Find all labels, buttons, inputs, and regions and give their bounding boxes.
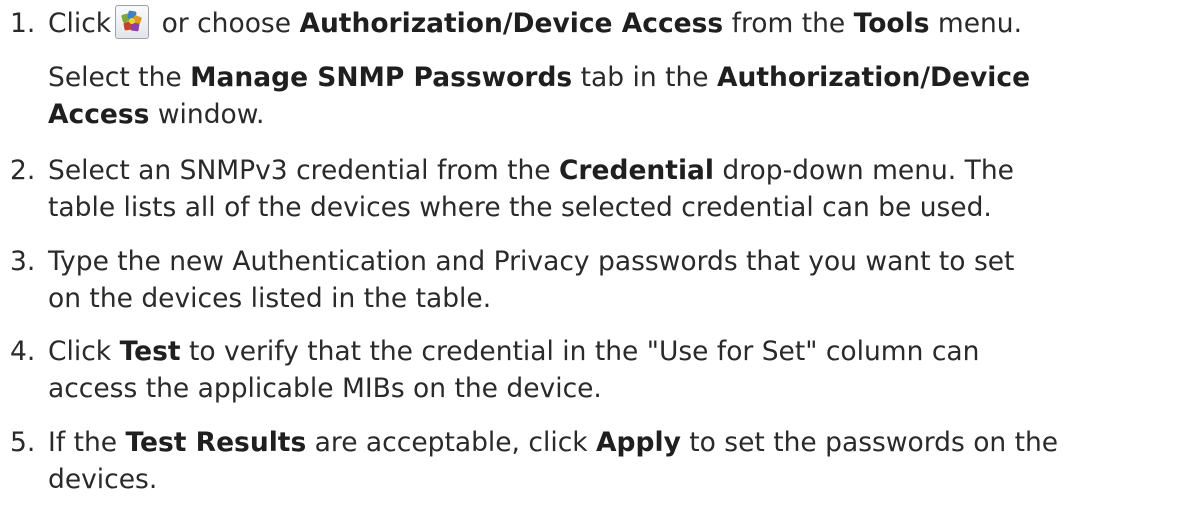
authorization-device-access-icon xyxy=(121,10,142,31)
step-5-line-2: devices. xyxy=(48,464,158,495)
step-number: 1. xyxy=(10,8,36,39)
authorization-device-access-button[interactable] xyxy=(115,4,150,39)
step-number: 3. xyxy=(10,246,36,277)
text: Click xyxy=(48,336,120,367)
credential-dropdown-label: Credential xyxy=(558,155,714,186)
step-4-line-1: Click Test to verify that the credential… xyxy=(48,333,1183,370)
test-button-label: Test xyxy=(119,336,181,367)
step-number: 4. xyxy=(10,336,36,367)
step-body: Type the new Authentication and Privacy … xyxy=(48,243,1183,317)
window-name-continued: Access xyxy=(48,99,150,130)
step-3-line-2: on the devices listed in the table. xyxy=(48,283,492,314)
text: window. xyxy=(149,99,265,130)
step-5-line-1: If the Test Results are acceptable, clic… xyxy=(48,424,1183,461)
text: Select an SNMPv3 credential from the xyxy=(48,155,559,186)
step-body: Select the Manage SNMP Passwords tab in … xyxy=(48,59,1183,133)
step-body: Click Test to verify that the credential… xyxy=(48,333,1183,407)
text: to set the passwords on the xyxy=(680,427,1059,458)
test-results-label: Test Results xyxy=(125,427,307,458)
text: menu. xyxy=(929,8,1023,39)
text: Click xyxy=(48,8,112,39)
step-1-line-1: Click or choose Authorization/Device Acc… xyxy=(48,4,1183,42)
step-body: If the Test Results are acceptable, clic… xyxy=(48,424,1183,498)
instruction-document: 1. Click or choose Authorization/Device … xyxy=(0,0,1192,518)
step-body: Select an SNMPv3 credential from the Cre… xyxy=(48,152,1183,226)
text: drop-down menu. The xyxy=(714,155,1014,186)
step-number: 2. xyxy=(10,155,36,186)
menu-tools: Tools xyxy=(853,8,930,39)
text: If the xyxy=(48,427,126,458)
menu-item-authorization-device-access: Authorization/Device Access xyxy=(299,8,724,39)
step-body: Click or choose Authorization/Device Acc… xyxy=(48,4,1183,42)
step-1-line-2: Select the Manage SNMP Passwords tab in … xyxy=(48,59,1183,96)
tab-manage-snmp-passwords: Manage SNMP Passwords xyxy=(190,62,573,93)
text: to verify that the credential in the "Us… xyxy=(180,336,980,367)
step-1-line-3: Access window. xyxy=(48,96,1183,133)
step-3-line-1: Type the new Authentication and Privacy … xyxy=(48,246,1015,277)
step-number: 5. xyxy=(10,427,36,458)
step-2-line-1: Select an SNMPv3 credential from the Cre… xyxy=(48,152,1183,189)
step-2-line-2: table lists all of the devices where the… xyxy=(48,192,992,223)
text: Select the xyxy=(48,62,191,93)
apply-button-label: Apply xyxy=(596,427,681,458)
text: from the xyxy=(723,8,854,39)
window-name: Authorization/Device xyxy=(716,62,1031,93)
text: or choose xyxy=(153,8,300,39)
step-4-line-2: access the applicable MIBs on the device… xyxy=(48,373,602,404)
text: are acceptable, click xyxy=(306,427,597,458)
text: tab in the xyxy=(572,62,717,93)
